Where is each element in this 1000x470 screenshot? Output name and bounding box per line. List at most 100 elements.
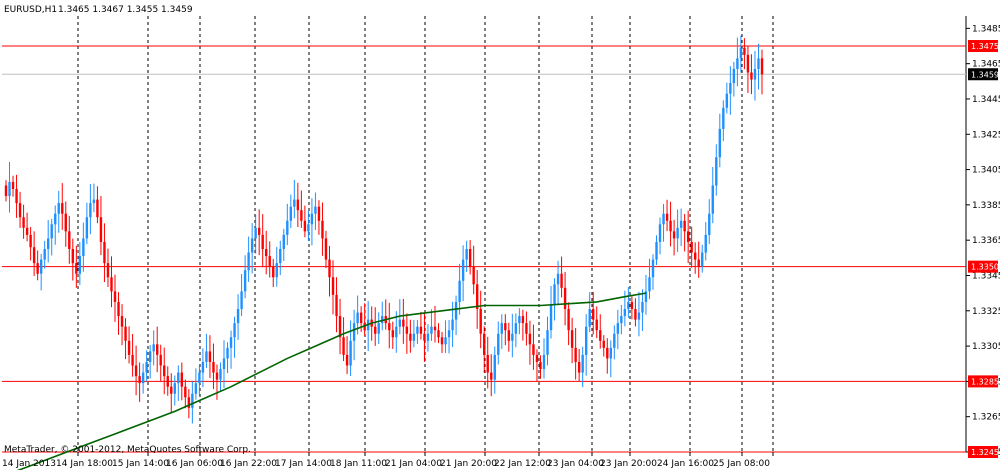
candle-body: [257, 227, 261, 235]
candle-body: [444, 337, 447, 345]
candle-body: [184, 386, 187, 398]
candle-body: [61, 203, 64, 214]
candle-body: [437, 330, 440, 338]
y-tick-label: 1.3345: [972, 271, 1000, 281]
candle-body: [693, 252, 697, 260]
candle-body: [725, 93, 729, 108]
x-tick-label: 18 Jan 11:00: [330, 459, 387, 469]
candle-body: [120, 316, 124, 327]
candle-body: [356, 312, 359, 324]
candle-body: [686, 231, 690, 242]
candle-body: [423, 333, 426, 341]
x-tick-label: 16 Jan 22:00: [220, 459, 277, 469]
candle-body: [148, 351, 152, 362]
candle-body: [669, 220, 672, 232]
candle-body: [8, 181, 11, 197]
candle-body: [236, 309, 240, 324]
candle-body: [324, 238, 328, 260]
candle-body: [46, 238, 50, 250]
candle-body: [426, 333, 430, 341]
candle-body: [440, 337, 444, 345]
candle-body: [486, 354, 489, 373]
x-tick-label: 15 Jan 14:00: [112, 459, 169, 469]
candle-body: [374, 326, 377, 334]
candle-body: [254, 227, 257, 239]
candle-body: [451, 319, 454, 331]
candle-body: [732, 68, 736, 84]
candle-body: [736, 58, 739, 69]
candle-body: [553, 284, 556, 306]
candle-body: [616, 323, 620, 334]
candle-body: [222, 358, 226, 370]
candle-body: [704, 234, 707, 253]
candle-body: [113, 291, 117, 302]
candle-body: [229, 337, 233, 348]
candle-body: [331, 277, 335, 295]
candle-body: [679, 220, 683, 228]
candle-body: [729, 83, 732, 94]
y-tick-label: 1.3425: [972, 130, 1000, 140]
candle-body: [57, 203, 60, 214]
candle-body: [50, 224, 53, 239]
candle-body: [532, 344, 535, 355]
price-badge-label: 1.3459: [971, 70, 999, 79]
candle-body: [68, 231, 71, 250]
candle-body: [718, 128, 722, 158]
candle-body: [82, 238, 85, 257]
candle-body: [620, 316, 623, 324]
candle-body: [163, 365, 166, 377]
copyright-label: MetaTrader, © 2001-2012, MetaQuotes Soft…: [4, 445, 251, 455]
candle-body: [588, 309, 591, 327]
price-badge-label: 1.3475: [971, 42, 999, 51]
candle-body: [676, 227, 679, 239]
symbol-label: EURUSD,H1: [4, 5, 57, 15]
candle-body: [658, 224, 662, 242]
candle-body: [138, 376, 141, 384]
y-tick-label: 1.3445: [972, 95, 1000, 105]
candle-body: [648, 277, 651, 292]
candle-body: [521, 316, 525, 324]
candle-body: [43, 249, 46, 260]
candle-body: [96, 199, 99, 218]
candle-body: [581, 354, 584, 373]
candle-body: [391, 330, 394, 338]
x-tick-label: 17 Jan 14:00: [275, 459, 332, 469]
price-chart[interactable]: 1.3485 1.3465 1.3445 1.3425 1.3405 1.3385 1.33…: [0, 0, 1000, 470]
candle-body: [609, 347, 612, 359]
candle-body: [613, 333, 616, 348]
y-tick-label: 1.3485: [972, 24, 1000, 34]
candle-body: [662, 213, 665, 225]
candle-body: [215, 372, 219, 380]
candle-body: [18, 203, 22, 218]
candle-body: [465, 249, 468, 260]
candle-body: [623, 309, 627, 317]
candle-body: [11, 181, 15, 189]
candle-body: [156, 344, 159, 355]
y-tick-label: 1.3305: [972, 342, 1000, 352]
candle-body: [208, 351, 212, 362]
candle-body: [15, 188, 18, 204]
x-tick-label: 21 Jan 20:00: [440, 459, 497, 469]
candle-body: [627, 301, 630, 310]
candle-body: [602, 340, 605, 348]
candle-body: [560, 273, 563, 288]
candle-body: [131, 354, 134, 366]
candle-body: [665, 213, 669, 221]
candle-body: [335, 294, 338, 317]
candle-body: [145, 361, 148, 373]
candle-body: [141, 372, 145, 384]
candle-body: [194, 383, 198, 394]
candle-body: [22, 217, 25, 228]
candle-body: [493, 354, 496, 380]
candle-body: [743, 47, 746, 55]
x-tick-label: 25 Jan 08:00: [713, 459, 770, 469]
candle-body: [672, 231, 676, 239]
x-tick-label: 14 Jan 18:00: [56, 459, 113, 469]
candle-body: [106, 263, 110, 278]
candle-body: [746, 54, 750, 73]
candle-body: [430, 326, 433, 334]
candle-body: [542, 354, 546, 370]
candle-body: [641, 301, 644, 313]
x-tick-label: 21 Jan 04:00: [385, 459, 442, 469]
candle-body: [567, 309, 570, 331]
